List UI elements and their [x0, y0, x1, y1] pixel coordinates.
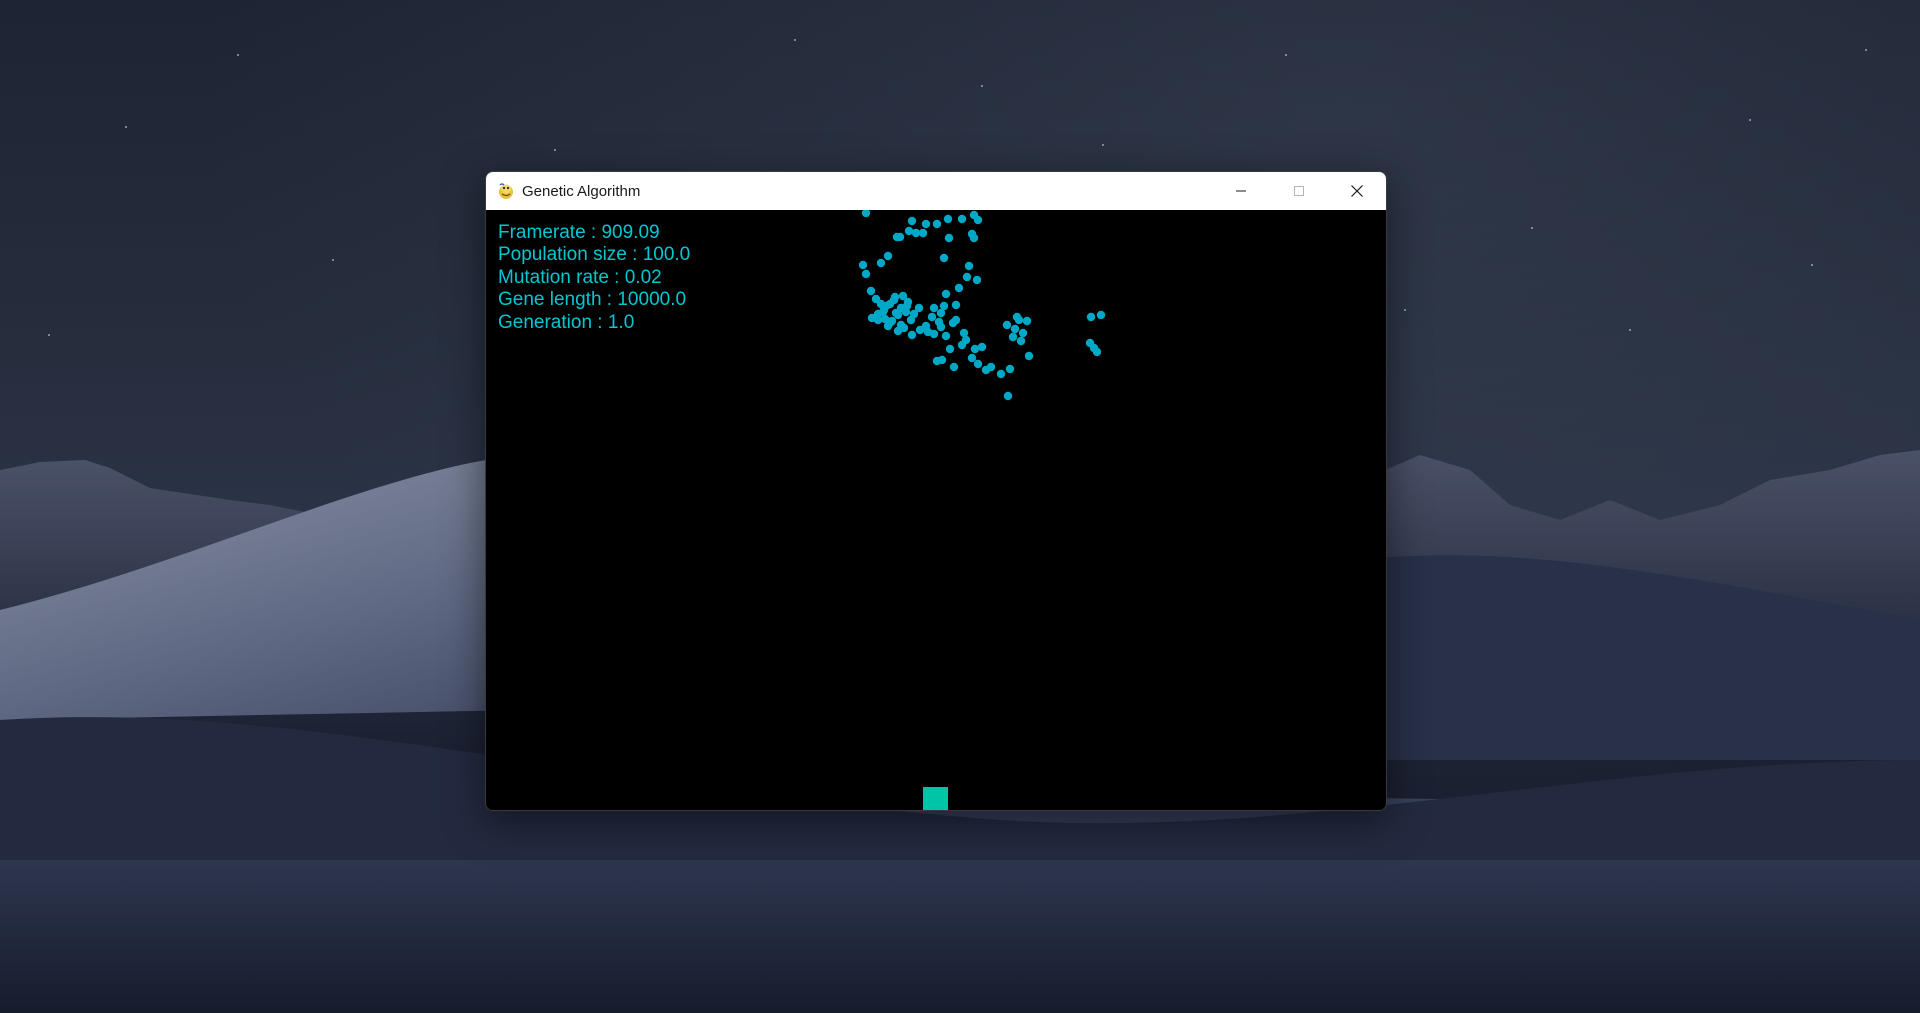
close-icon — [1351, 185, 1363, 197]
agent-dot — [943, 214, 953, 224]
mutation-rate-label: Mutation rate : 0.02 — [498, 266, 662, 288]
agent-dot — [932, 219, 942, 229]
target-square — [923, 787, 948, 810]
agent-dot — [1002, 320, 1012, 330]
agent-dot — [929, 329, 939, 339]
agent-dot — [929, 303, 939, 313]
agent-dot — [1022, 316, 1032, 326]
agent-dot — [939, 301, 949, 311]
agent-dot — [964, 261, 974, 271]
agent-dot — [866, 286, 876, 296]
minimize-button[interactable] — [1212, 172, 1270, 210]
agent-dot — [986, 362, 996, 372]
agent-dot — [876, 299, 886, 309]
desktop-wallpaper: Genetic Algorithm Framerate: 909.09 Pop… — [0, 0, 1920, 1013]
generation-label: Generation : 1.0 — [498, 311, 635, 333]
agent-dot — [1024, 351, 1034, 361]
agent-dot — [951, 300, 961, 310]
agent-dot — [883, 321, 893, 331]
python-snake-icon — [499, 183, 513, 199]
agent-dot — [973, 215, 983, 225]
agent-dot — [883, 251, 893, 261]
agent-dot — [1012, 312, 1022, 322]
agent-dot — [907, 330, 917, 340]
agent-dot — [957, 214, 967, 224]
agent-dot — [1016, 336, 1026, 346]
agent-dot — [902, 301, 912, 311]
agent-dot — [895, 232, 905, 242]
agent-dot — [954, 283, 964, 293]
agent-dot — [898, 291, 908, 301]
agent-dot — [1092, 347, 1102, 357]
agent-dot — [861, 210, 871, 218]
agent-dot — [949, 362, 959, 372]
agent-dot — [944, 233, 954, 243]
agent-dot — [1096, 310, 1106, 320]
agent-dot — [921, 321, 931, 331]
agent-dot — [969, 233, 979, 243]
maximize-button[interactable] — [1270, 172, 1328, 210]
title-bar[interactable]: Genetic Algorithm — [486, 172, 1386, 210]
agent-dot — [918, 228, 928, 238]
agent-dot — [932, 356, 942, 366]
simulation-canvas[interactable]: Framerate : 909.09 Population size : 100… — [486, 210, 1386, 810]
agent-dot — [927, 312, 937, 322]
minimize-icon — [1236, 190, 1246, 192]
agent-dot — [858, 260, 868, 270]
agent-dot — [977, 342, 987, 352]
agent-dot — [1003, 391, 1013, 401]
agent-dot — [961, 335, 971, 345]
agent-dot — [907, 216, 917, 226]
agent-dot — [934, 317, 944, 327]
population-size-label: Population size : 100.0 — [498, 244, 691, 266]
agent-dot — [939, 253, 949, 263]
agent-dot — [941, 331, 951, 341]
agent-dot — [1005, 364, 1015, 374]
agent-dot — [996, 369, 1006, 379]
window-controls — [1212, 172, 1386, 210]
agent-dot — [973, 359, 983, 369]
agent-dot — [914, 303, 924, 313]
agent-dot — [1018, 328, 1028, 338]
agent-dot — [972, 275, 982, 285]
agent-dot — [948, 318, 958, 328]
agent-dot — [885, 299, 895, 309]
framerate-label: Framerate : 909.09 — [498, 222, 660, 243]
gene-length-label: Gene length : 10000.0 — [498, 289, 687, 311]
app-window: Genetic Algorithm Framerate: 909.09 Pop… — [485, 171, 1387, 811]
agent-dot — [1086, 312, 1096, 322]
agent-dot — [876, 258, 886, 268]
agent-dot — [861, 269, 871, 279]
agent-dot — [1010, 324, 1020, 334]
window-title: Genetic Algorithm — [522, 182, 641, 200]
maximize-icon — [1294, 186, 1304, 196]
agent-dot — [890, 292, 900, 302]
agent-dot — [967, 353, 977, 363]
agent-dot — [945, 344, 955, 354]
close-button[interactable] — [1328, 172, 1386, 210]
agent-dot — [962, 272, 972, 282]
agent-dot — [899, 323, 909, 333]
stats-overlay: Framerate : 909.09 Population size : 100… — [498, 222, 690, 334]
agent-dot — [941, 289, 951, 299]
agent-dot — [873, 309, 883, 319]
agent-dot — [921, 219, 931, 229]
agent-dot — [1008, 332, 1018, 342]
